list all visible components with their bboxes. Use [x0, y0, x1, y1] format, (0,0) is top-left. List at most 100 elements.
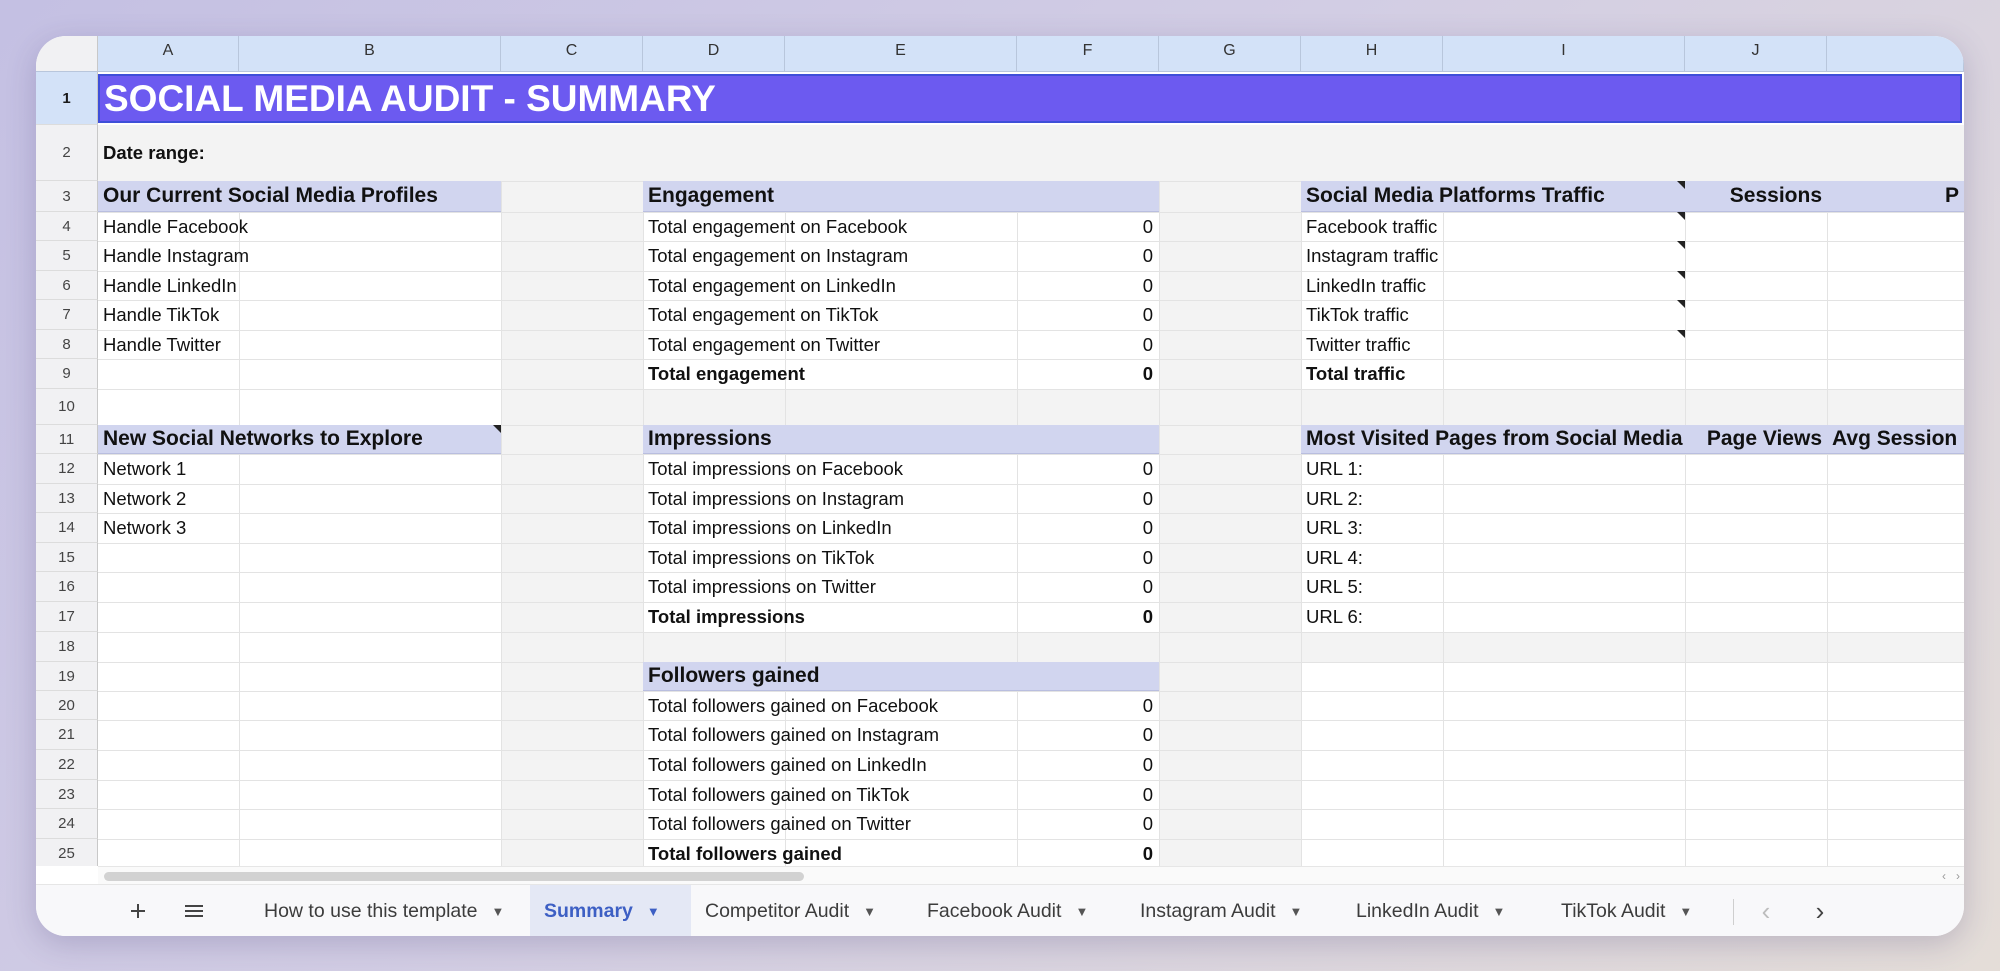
horizontal-scrollbar[interactable]: ‹ ›	[98, 866, 1964, 885]
chevron-down-icon[interactable]: ▼	[1493, 904, 1506, 919]
note-indicator-icon[interactable]	[1677, 181, 1685, 189]
row-header[interactable]: 25	[36, 839, 98, 866]
column-header-b[interactable]: B	[239, 36, 501, 72]
row-header[interactable]: 5	[36, 241, 98, 271]
traffic-label[interactable]: TikTok traffic	[1301, 300, 1685, 330]
profile-handle[interactable]: Handle LinkedIn	[98, 271, 501, 300]
url-label[interactable]: URL 5:	[1301, 572, 1685, 602]
column-header-h[interactable]: H	[1301, 36, 1443, 72]
traffic-label[interactable]: LinkedIn traffic	[1301, 271, 1685, 300]
row-header[interactable]: 8	[36, 330, 98, 359]
traffic-header[interactable]: Social Media Platforms Traffic	[1301, 181, 1685, 212]
note-indicator-icon[interactable]	[1677, 241, 1685, 249]
profile-handle[interactable]: Handle Facebook	[98, 212, 501, 241]
all-sheets-button[interactable]	[176, 893, 212, 929]
column-header-c[interactable]: C	[501, 36, 643, 72]
followers-value[interactable]: 0	[1017, 750, 1159, 780]
impressions-total-value[interactable]: 0	[1017, 602, 1159, 632]
chevron-down-icon[interactable]: ▼	[647, 904, 660, 919]
followers-label[interactable]: Total followers gained on Facebook	[643, 691, 1017, 720]
engagement-label[interactable]: Total engagement on Twitter	[643, 330, 1017, 359]
page-title[interactable]: SOCIAL MEDIA AUDIT - SUMMARY	[98, 74, 1962, 123]
engagement-value[interactable]: 0	[1017, 330, 1159, 359]
followers-value[interactable]: 0	[1017, 691, 1159, 720]
engagement-label[interactable]: Total engagement on Facebook	[643, 212, 1017, 241]
profile-handle[interactable]: Handle Instagram	[98, 241, 501, 271]
row-header[interactable]: 16	[36, 572, 98, 602]
chevron-down-icon[interactable]: ▼	[1679, 904, 1692, 919]
url-label[interactable]: URL 6:	[1301, 602, 1685, 632]
tab-facebook-audit[interactable]: Facebook Audit ▼	[913, 885, 1126, 936]
impressions-label[interactable]: Total impressions on LinkedIn	[643, 513, 1017, 543]
impressions-value[interactable]: 0	[1017, 543, 1159, 572]
engagement-label[interactable]: Total engagement on Instagram	[643, 241, 1017, 271]
impressions-value[interactable]: 0	[1017, 513, 1159, 543]
impressions-value[interactable]: 0	[1017, 484, 1159, 513]
impressions-value[interactable]: 0	[1017, 572, 1159, 602]
column-header-e[interactable]: E	[785, 36, 1017, 72]
row-header[interactable]: 17	[36, 602, 98, 632]
chevron-down-icon[interactable]: ▼	[863, 904, 876, 919]
row-header[interactable]: 3	[36, 181, 98, 212]
followers-label[interactable]: Total followers gained on Twitter	[643, 809, 1017, 839]
column-header-f[interactable]: F	[1017, 36, 1159, 72]
engagement-total-value[interactable]: 0	[1017, 359, 1159, 389]
row-header[interactable]: 14	[36, 513, 98, 543]
tab-linkedin-audit[interactable]: LinkedIn Audit ▼	[1342, 885, 1547, 936]
followers-total-label[interactable]: Total followers gained	[643, 839, 1017, 866]
row-header[interactable]: 2	[36, 125, 98, 181]
followers-label[interactable]: Total followers gained on TikTok	[643, 780, 1017, 809]
profile-handle[interactable]: Handle TikTok	[98, 300, 501, 330]
row-header[interactable]: 19	[36, 662, 98, 691]
followers-label[interactable]: Total followers gained on LinkedIn	[643, 750, 1017, 780]
followers-value[interactable]: 0	[1017, 809, 1159, 839]
impressions-value[interactable]: 0	[1017, 454, 1159, 484]
row-header[interactable]: 7	[36, 300, 98, 330]
row-header[interactable]: 18	[36, 632, 98, 662]
network-item[interactable]: Network 3	[98, 513, 239, 543]
column-header-j[interactable]: J	[1685, 36, 1827, 72]
row-header[interactable]: 1	[36, 72, 98, 125]
scroll-right-icon[interactable]: ›	[1950, 868, 1964, 884]
followers-header[interactable]: Followers gained	[643, 662, 1159, 691]
followers-value[interactable]: 0	[1017, 720, 1159, 750]
row-header[interactable]: 11	[36, 425, 98, 454]
engagement-value[interactable]: 0	[1017, 212, 1159, 241]
engagement-value[interactable]: 0	[1017, 300, 1159, 330]
impressions-total-label[interactable]: Total impressions	[643, 602, 1017, 632]
column-header-k[interactable]	[1827, 36, 1964, 72]
engagement-label[interactable]: Total engagement on TikTok	[643, 300, 1017, 330]
row-header[interactable]: 22	[36, 750, 98, 780]
row-header[interactable]: 23	[36, 780, 98, 809]
row-header[interactable]: 4	[36, 212, 98, 241]
column-header-i[interactable]: I	[1443, 36, 1685, 72]
followers-value[interactable]: 0	[1017, 780, 1159, 809]
engagement-value[interactable]: 0	[1017, 241, 1159, 271]
note-indicator-icon[interactable]	[1677, 212, 1685, 220]
tab-competitor-audit[interactable]: Competitor Audit ▼	[691, 885, 913, 936]
followers-label[interactable]: Total followers gained on Instagram	[643, 720, 1017, 750]
note-indicator-icon[interactable]	[1677, 330, 1685, 338]
impressions-label[interactable]: Total impressions on TikTok	[643, 543, 1017, 572]
traffic-label[interactable]: Instagram traffic	[1301, 241, 1685, 271]
chevron-down-icon[interactable]: ▼	[492, 904, 505, 919]
chevron-left-icon[interactable]: ‹	[1750, 895, 1782, 927]
impressions-header[interactable]: Impressions	[643, 425, 1159, 454]
scrollbar-thumb[interactable]	[104, 872, 804, 881]
url-label[interactable]: URL 1:	[1301, 454, 1685, 484]
row-header[interactable]: 10	[36, 389, 98, 425]
row-header[interactable]: 15	[36, 543, 98, 572]
add-sheet-button[interactable]	[120, 893, 156, 929]
new-networks-header[interactable]: New Social Networks to Explore	[98, 425, 501, 454]
tab-tiktok-audit[interactable]: TikTok Audit ▼	[1547, 885, 1727, 936]
network-item[interactable]: Network 1	[98, 454, 239, 484]
note-indicator-icon[interactable]	[1677, 271, 1685, 279]
chevron-down-icon[interactable]: ▼	[1290, 904, 1303, 919]
row-header[interactable]: 20	[36, 691, 98, 720]
followers-total-value[interactable]: 0	[1017, 839, 1159, 866]
profile-handle[interactable]: Handle Twitter	[98, 330, 501, 359]
traffic-label[interactable]: Twitter traffic	[1301, 330, 1685, 359]
url-label[interactable]: URL 3:	[1301, 513, 1685, 543]
engagement-value[interactable]: 0	[1017, 271, 1159, 300]
chevron-right-icon[interactable]: ›	[1804, 895, 1836, 927]
